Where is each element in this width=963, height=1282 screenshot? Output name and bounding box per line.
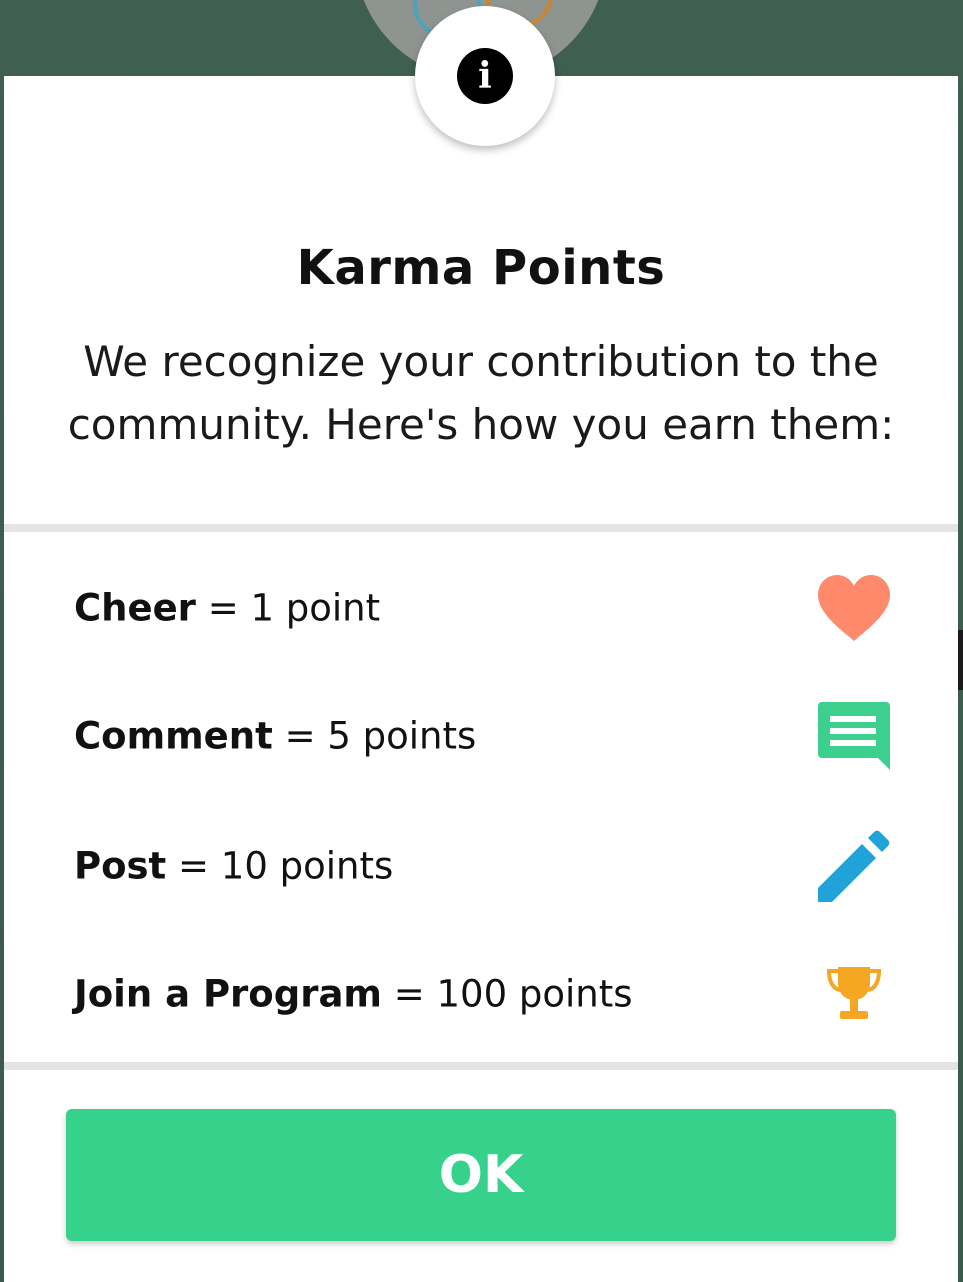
rule-points: = 5 points — [284, 714, 477, 758]
trophy-icon — [814, 954, 894, 1034]
rule-post: Post = 10 points — [74, 821, 894, 911]
dialog-title: Karma Points — [296, 240, 666, 296]
rule-cheer: Cheer = 1 point — [74, 563, 894, 653]
divider — [4, 524, 958, 532]
ok-button[interactable]: OK — [66, 1109, 896, 1241]
karma-points-dialog: i Karma Points We recognize your contrib… — [4, 6, 958, 1282]
rule-text: Cheer = 1 point — [74, 587, 380, 630]
heart-icon — [814, 568, 894, 648]
rule-action: Cheer — [74, 586, 196, 630]
rule-action: Join a Program — [74, 972, 382, 1016]
info-badge: i — [415, 6, 555, 146]
divider — [4, 1062, 958, 1070]
dialog-subtitle: We recognize your contribution to the co… — [67, 337, 895, 449]
karma-rules-list: Cheer = 1 point Comment = 5 points Post … — [4, 532, 958, 1062]
rule-join-program: Join a Program = 100 points — [74, 949, 894, 1039]
rule-action: Post — [74, 844, 167, 888]
rule-text: Post = 10 points — [74, 845, 393, 888]
rule-action: Comment — [74, 714, 273, 758]
rule-points: = 1 point — [207, 586, 381, 630]
rule-comment: Comment = 5 points — [74, 691, 894, 781]
rule-points: = 10 points — [178, 844, 394, 888]
pencil-icon — [814, 826, 894, 906]
comment-icon — [814, 696, 894, 776]
rule-text: Comment = 5 points — [74, 715, 476, 758]
rule-points: = 100 points — [393, 972, 633, 1016]
info-icon: i — [457, 48, 513, 104]
rule-text: Join a Program = 100 points — [74, 973, 633, 1016]
